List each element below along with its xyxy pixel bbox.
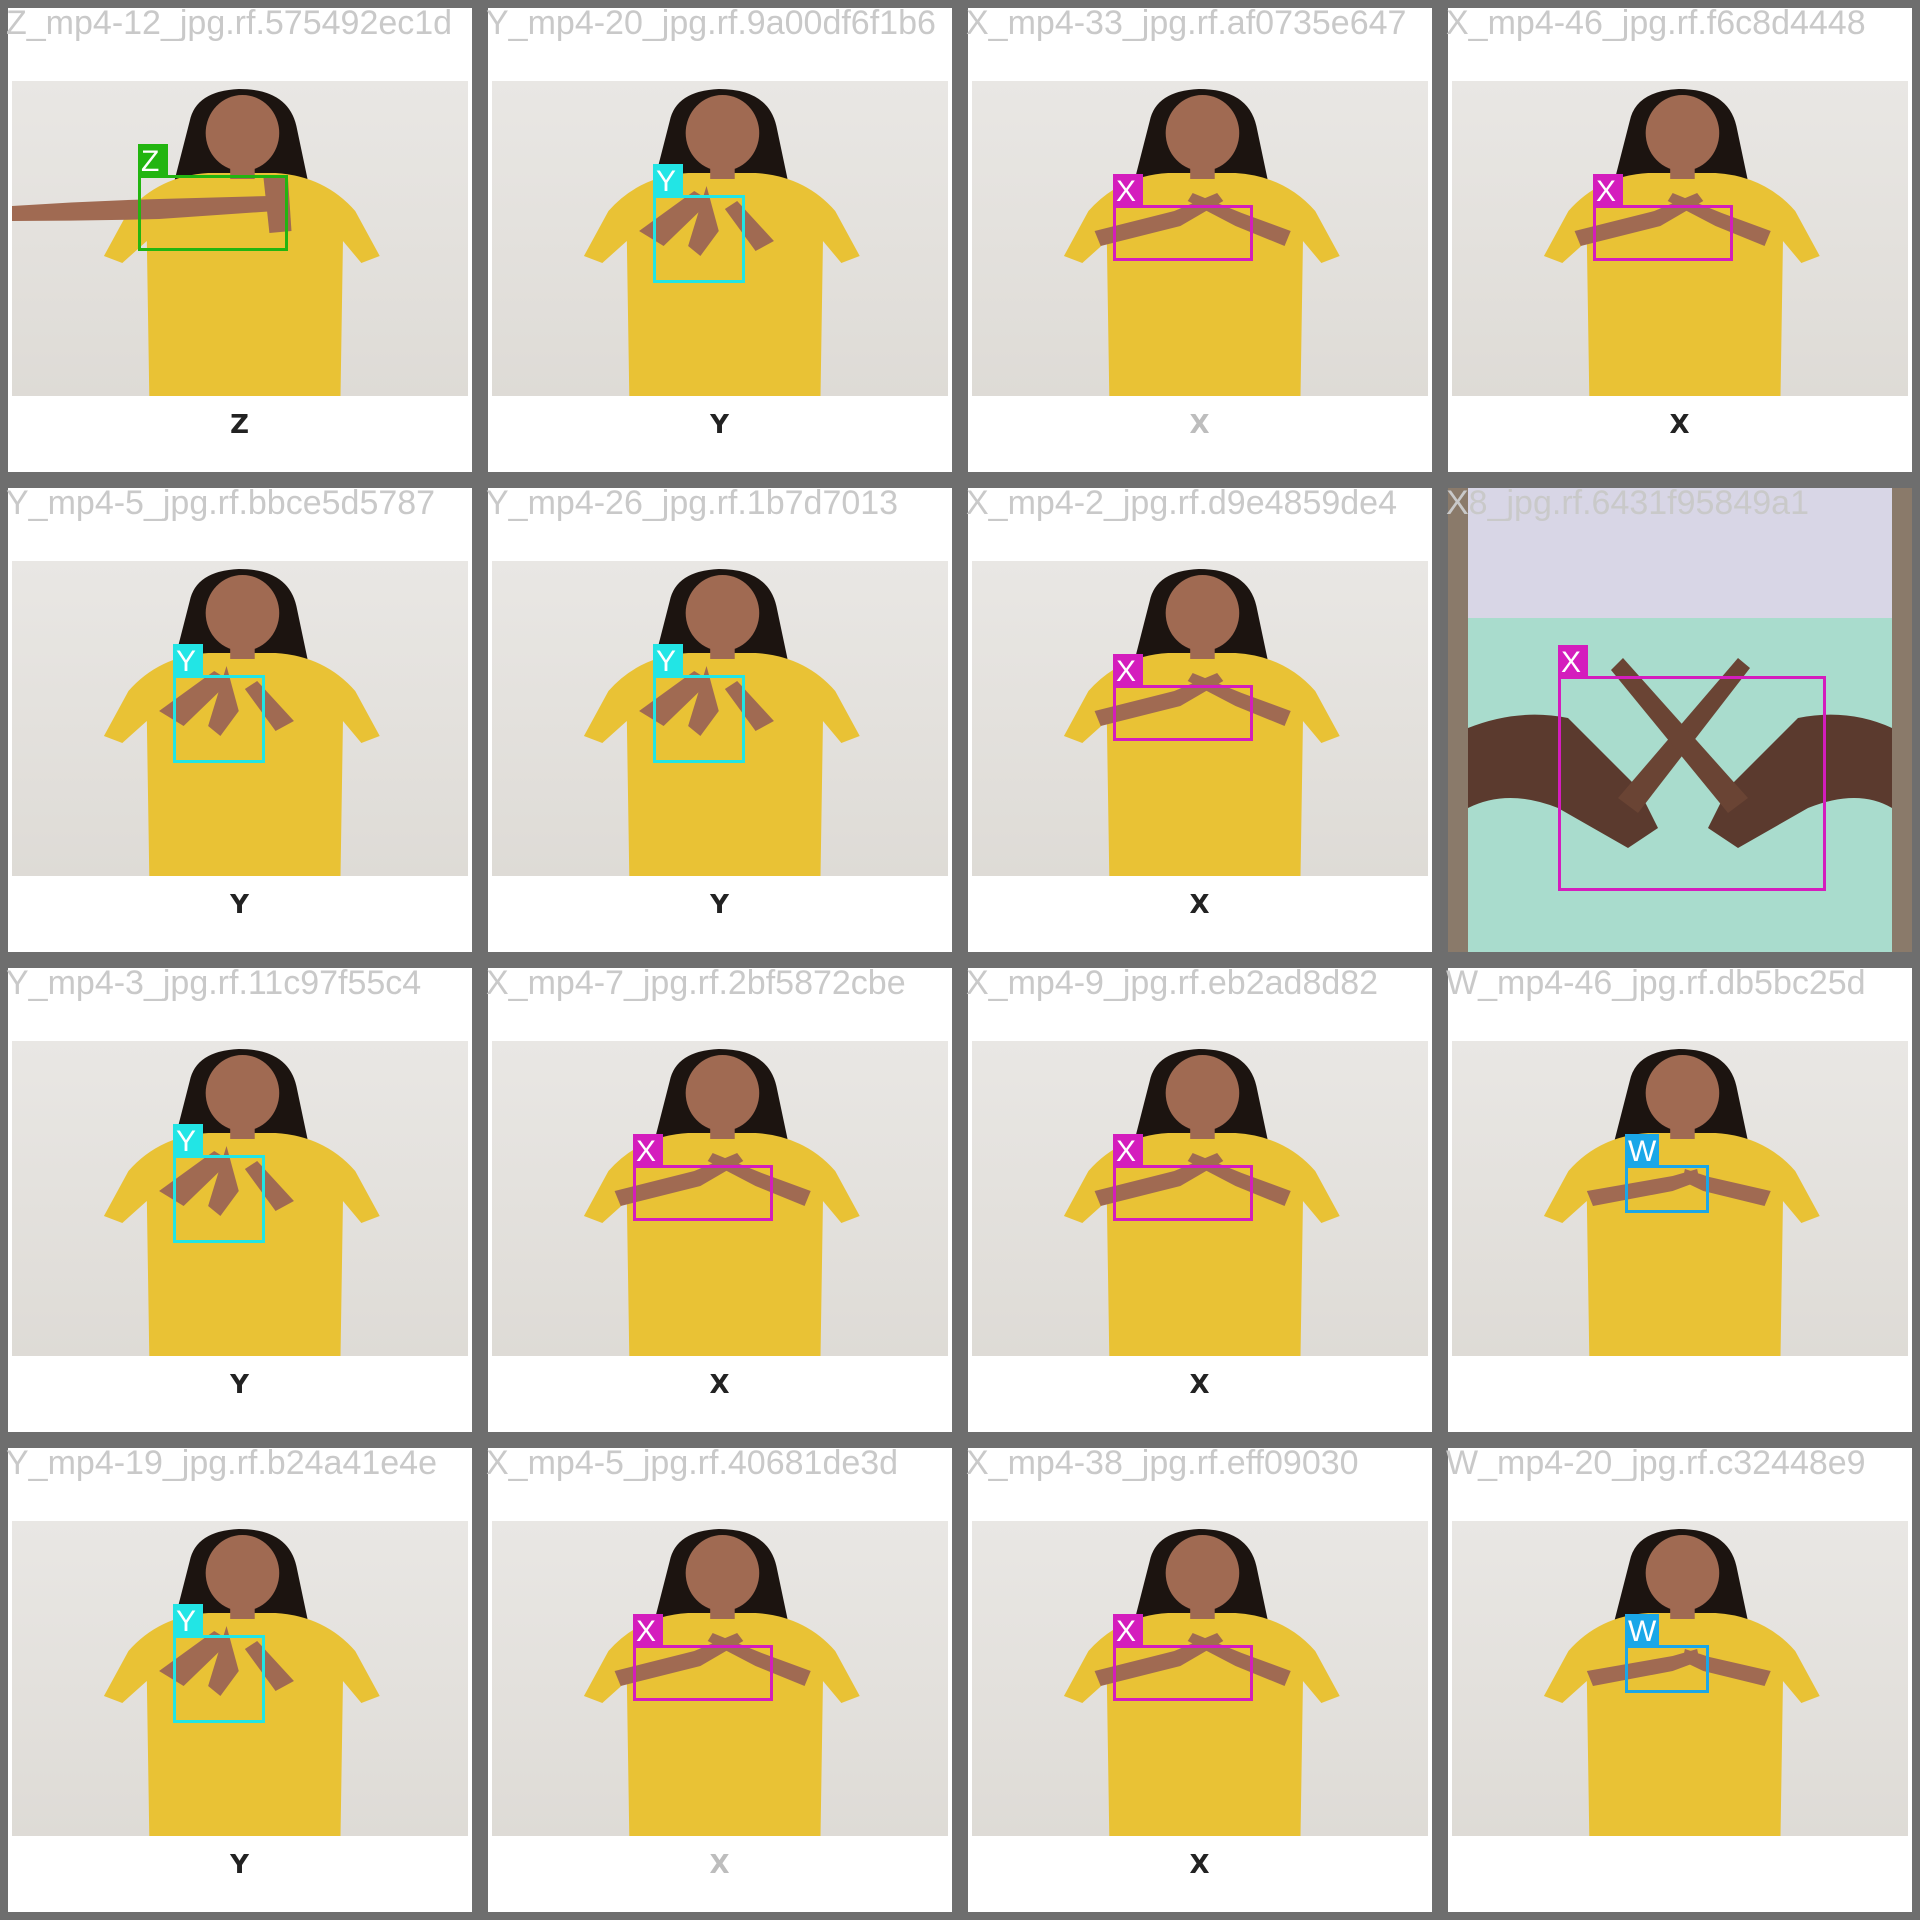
detection-label: Y <box>173 1604 203 1638</box>
detection-box: X <box>1558 645 1826 891</box>
letter-caption: Y <box>230 1370 250 1400</box>
letter-caption: X <box>1189 1370 1211 1400</box>
grid-tile: X X X_mp4-5_jpg.rf.40681de3d <box>480 1440 960 1920</box>
tile-frame: YY <box>8 968 472 1432</box>
grid-tile: X X8_jpg.rf.6431f95849a1 <box>1440 480 1920 960</box>
detection-box: Z <box>138 144 288 251</box>
image-filename: X8_jpg.rf.6431f95849a1 <box>1446 484 1809 522</box>
detection-label: X <box>1113 1134 1143 1168</box>
tile-frame: XX <box>968 488 1432 952</box>
letter-caption: Y <box>230 890 250 920</box>
letter-caption: X <box>1189 410 1211 440</box>
grid-tile: Z Z Z_mp4-12_jpg.rf.575492ec1d <box>0 0 480 480</box>
image-filename: W_mp4-20_jpg.rf.c32448e9 <box>1446 1444 1866 1482</box>
detection-label: Y <box>653 644 683 678</box>
tile-frame: XX <box>968 8 1432 472</box>
letter-caption: X <box>709 1370 731 1400</box>
image-filename: X_mp4-2_jpg.rf.d9e4859de4 <box>966 484 1397 522</box>
image-filename: W_mp4-46_jpg.rf.db5bc25d <box>1446 964 1866 1002</box>
letter-caption <box>1448 1850 1912 1890</box>
detection-label: Z <box>138 144 168 178</box>
letter-caption: Y <box>710 410 730 440</box>
detection-label: X <box>1113 1614 1143 1648</box>
detection-box: Y <box>653 164 745 283</box>
detection-box: X <box>1113 1134 1253 1221</box>
grid-tile: Y Y Y_mp4-5_jpg.rf.bbce5d5787 <box>0 480 480 960</box>
detection-box: X <box>1113 1614 1253 1701</box>
grid-tile: X X X_mp4-9_jpg.rf.eb2ad8d82 <box>960 960 1440 1440</box>
grid-tile: Y Y Y_mp4-20_jpg.rf.9a00df6f1b6 <box>480 0 960 480</box>
tile-frame: W <box>1448 1448 1912 1912</box>
grid-tile: X X X_mp4-2_jpg.rf.d9e4859de4 <box>960 480 1440 960</box>
detection-label: Y <box>173 1124 203 1158</box>
letter-caption: X <box>1669 410 1691 440</box>
detection-box: X <box>1113 174 1253 261</box>
detection-label: X <box>633 1134 663 1168</box>
image-filename: Z_mp4-12_jpg.rf.575492ec1d <box>6 4 453 42</box>
letter-caption: Y <box>230 1850 250 1880</box>
grid-tile: X X X_mp4-46_jpg.rf.f6c8d4448 <box>1440 0 1920 480</box>
grid-tile: W W_mp4-20_jpg.rf.c32448e9 <box>1440 1440 1920 1920</box>
detection-box: X <box>1113 654 1253 741</box>
letter-caption: X <box>1189 1850 1211 1880</box>
image-filename: X_mp4-33_jpg.rf.af0735e647 <box>966 4 1407 42</box>
grid-tile: Y Y Y_mp4-26_jpg.rf.1b7d7013 <box>480 480 960 960</box>
detection-label: Y <box>653 164 683 198</box>
detection-label: W <box>1625 1614 1660 1648</box>
detection-box: Y <box>653 644 745 763</box>
detection-label: Y <box>173 644 203 678</box>
tile-frame: YY <box>8 1448 472 1912</box>
image-filename: Y_mp4-5_jpg.rf.bbce5d5787 <box>6 484 436 522</box>
detection-label: X <box>1593 174 1623 208</box>
grid-tile: W W_mp4-46_jpg.rf.db5bc25d <box>1440 960 1920 1440</box>
image-filename: Y_mp4-26_jpg.rf.1b7d7013 <box>486 484 899 522</box>
detection-box: Y <box>173 1124 265 1243</box>
detection-label: X <box>1558 645 1588 679</box>
letter-caption: X <box>709 1850 731 1880</box>
image-filename: X_mp4-7_jpg.rf.2bf5872cbe <box>486 964 906 1002</box>
detection-box: Y <box>173 644 265 763</box>
detection-box: Y <box>173 1604 265 1723</box>
tile-frame: XX <box>968 1448 1432 1912</box>
grid-tile: X X X_mp4-7_jpg.rf.2bf5872cbe <box>480 960 960 1440</box>
tile-frame: YY <box>488 8 952 472</box>
tile-frame: XX <box>488 968 952 1432</box>
detection-box: X <box>633 1134 773 1221</box>
tile-frame: XX <box>968 968 1432 1432</box>
tile-frame: XX <box>488 1448 952 1912</box>
image-filename: X_mp4-46_jpg.rf.f6c8d4448 <box>1446 4 1866 42</box>
grid-tile: X X X_mp4-33_jpg.rf.af0735e647 <box>960 0 1440 480</box>
image-filename: Y_mp4-20_jpg.rf.9a00df6f1b6 <box>486 4 936 42</box>
image-filename: X_mp4-38_jpg.rf.eff09030 <box>966 1444 1359 1482</box>
grid-tile: Y Y Y_mp4-19_jpg.rf.b24a41e4e <box>0 1440 480 1920</box>
tile-frame: YY <box>488 488 952 952</box>
tile-frame: XX <box>1448 8 1912 472</box>
tile-frame: W <box>1448 968 1912 1432</box>
letter-caption: Y <box>710 890 730 920</box>
image-grid: Z Z Z_mp4-12_jpg.rf.575492ec1d Y Y Y_mp4-20_j… <box>0 0 1920 1920</box>
image-filename: Y_mp4-3_jpg.rf.11c97f55c4 <box>6 964 422 1002</box>
grid-tile: Y Y Y_mp4-3_jpg.rf.11c97f55c4 <box>0 960 480 1440</box>
detection-label: X <box>633 1614 663 1648</box>
image-filename: Y_mp4-19_jpg.rf.b24a41e4e <box>6 1444 437 1482</box>
detection-box: W <box>1625 1134 1709 1213</box>
tile-frame: ZZ <box>8 8 472 472</box>
image-filename: X_mp4-5_jpg.rf.40681de3d <box>486 1444 899 1482</box>
image-filename: X_mp4-9_jpg.rf.eb2ad8d82 <box>966 964 1379 1002</box>
grid-tile: X X X_mp4-38_jpg.rf.eff09030 <box>960 1440 1440 1920</box>
tile-frame: X <box>1448 488 1912 952</box>
detection-box: X <box>633 1614 773 1701</box>
letter-caption <box>1448 1370 1912 1410</box>
letter-caption: X <box>1189 890 1211 920</box>
tile-frame: YY <box>8 488 472 952</box>
detection-box: W <box>1625 1614 1709 1693</box>
detection-box: X <box>1593 174 1733 261</box>
detection-label: W <box>1625 1134 1660 1168</box>
letter-caption: Z <box>230 410 250 440</box>
detection-label: X <box>1113 654 1143 688</box>
detection-label: X <box>1113 174 1143 208</box>
